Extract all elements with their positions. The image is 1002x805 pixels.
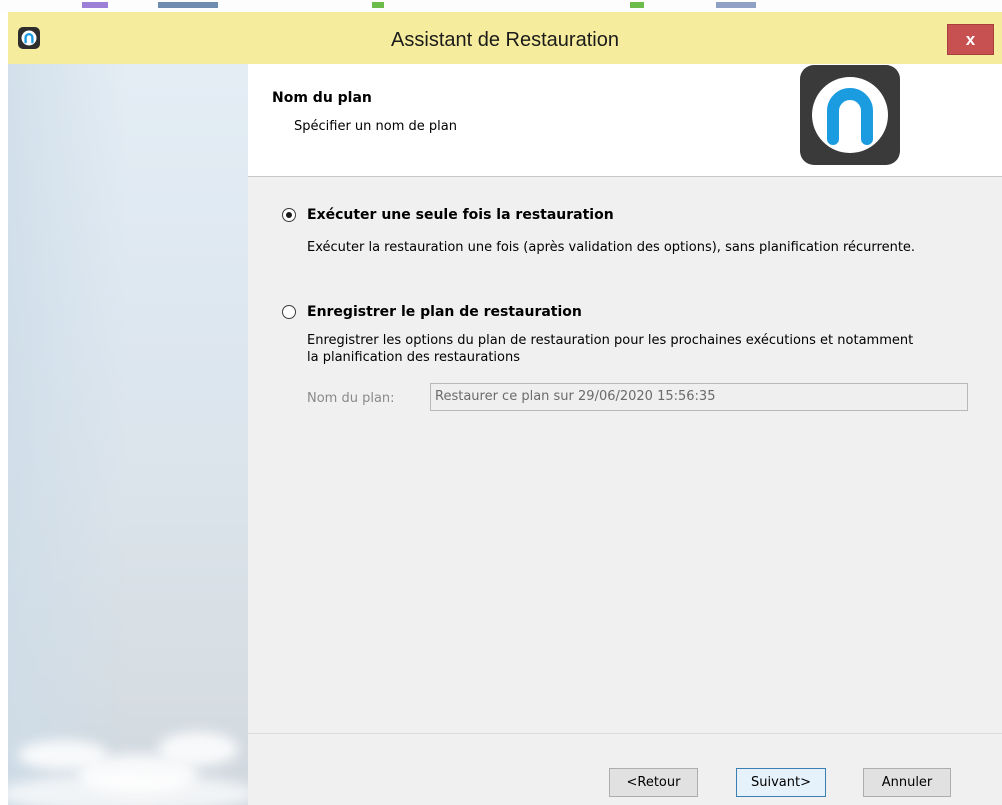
step-title: Nom du plan	[272, 90, 372, 106]
window-title: Assistant de Restauration	[391, 29, 619, 51]
footer-divider	[248, 733, 1002, 734]
step-subtitle: Spécifier un nom de plan	[294, 119, 457, 134]
wizard-header: Nom du plan Spécifier un nom de plan	[248, 64, 1002, 176]
save-plan-radio[interactable]	[282, 305, 296, 319]
restore-wizard-window: Assistant de Restauration x Nom du plan …	[8, 12, 1002, 805]
run-once-label[interactable]: Exécuter une seule fois la restauration	[307, 207, 614, 223]
header-divider	[248, 176, 1002, 177]
desktop-background-strip	[0, 0, 1002, 12]
run-once-radio[interactable]	[282, 208, 296, 222]
wizard-client-area: Nom du plan Spécifier un nom de plan Exé…	[8, 64, 1002, 805]
title-bar[interactable]: Assistant de Restauration x	[8, 12, 1002, 64]
app-logo-icon	[800, 65, 900, 165]
plan-name-input[interactable]: Restaurer ce plan sur 29/06/2020 15:56:3…	[430, 383, 968, 411]
cancel-button[interactable]: Annuler	[863, 768, 951, 797]
next-button[interactable]: Suivant>	[736, 768, 826, 797]
close-button[interactable]: x	[947, 24, 994, 55]
option-save-plan[interactable]: Enregistrer le plan de restauration	[282, 304, 582, 320]
save-plan-description: Enregistrer les options du plan de resta…	[307, 333, 914, 365]
save-plan-label[interactable]: Enregistrer le plan de restauration	[307, 304, 582, 320]
plan-name-label: Nom du plan:	[307, 391, 395, 406]
run-once-description: Exécuter la restauration une fois (après…	[307, 240, 916, 255]
side-banner-image	[8, 64, 248, 805]
back-button[interactable]: <Retour	[609, 768, 698, 797]
option-run-once[interactable]: Exécuter une seule fois la restauration	[282, 207, 614, 223]
close-icon: x	[965, 30, 976, 49]
